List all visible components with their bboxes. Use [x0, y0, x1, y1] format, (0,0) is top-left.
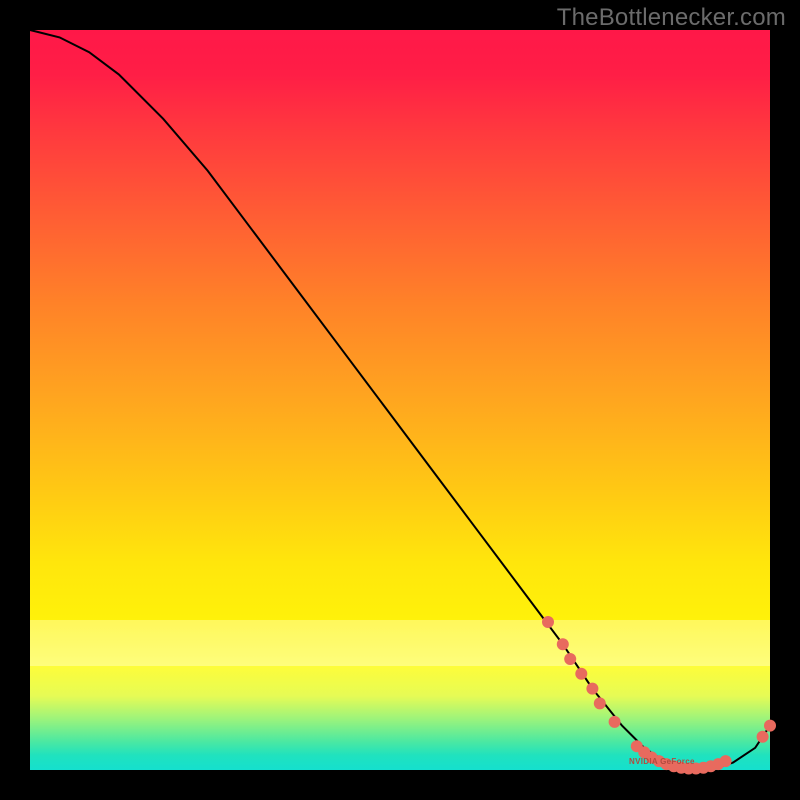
data-point	[720, 755, 732, 767]
data-point	[575, 668, 587, 680]
chart-frame: TheBottlenecker.com NVIDIA GeForce	[0, 0, 800, 800]
data-point	[757, 731, 769, 743]
gpu-annotation: NVIDIA GeForce	[629, 757, 695, 766]
curve-layer	[30, 30, 770, 770]
plot-area: NVIDIA GeForce	[30, 30, 770, 770]
marker-group	[542, 616, 776, 775]
data-point	[564, 653, 576, 665]
data-point	[557, 638, 569, 650]
data-point	[594, 697, 606, 709]
data-point	[542, 616, 554, 628]
data-point	[609, 716, 621, 728]
watermark-text: TheBottlenecker.com	[557, 4, 786, 32]
data-point	[586, 683, 598, 695]
data-point	[764, 720, 776, 732]
bottleneck-curve	[30, 30, 770, 770]
